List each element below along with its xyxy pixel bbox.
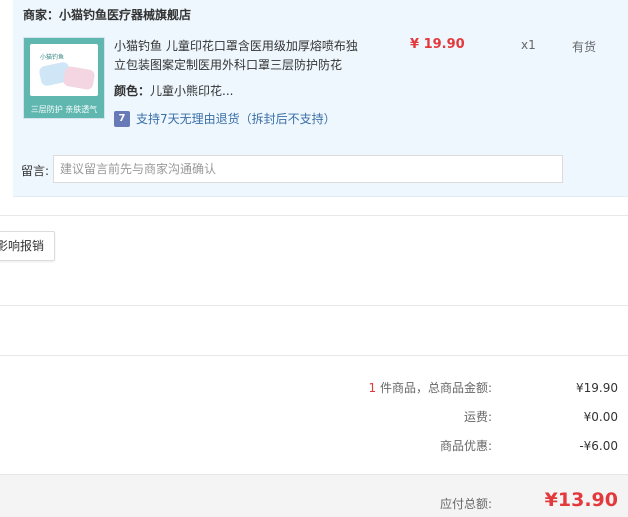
product-title[interactable]: 小猫钓鱼 儿童印花口罩含医用级加厚熔喷布独立包装图案定制医用外科口罩三层防护防花 bbox=[114, 37, 364, 75]
stock-status: 有货 bbox=[572, 40, 597, 54]
total-value: ¥13.90 bbox=[544, 489, 618, 511]
product-image-brand: 小猫钓鱼 bbox=[40, 54, 65, 61]
divider bbox=[0, 355, 628, 356]
attribute-key: 颜色： bbox=[114, 84, 151, 98]
item-count: 1 bbox=[368, 381, 377, 395]
shop-name[interactable]: 商家：小猫钓鱼医疗器械旗舰店 bbox=[23, 6, 191, 23]
total-label: 应付总额: bbox=[439, 497, 492, 511]
goods-total-value: ¥19.90 bbox=[576, 381, 618, 395]
goods-total-label: 1 件商品，总商品金额: bbox=[369, 378, 493, 398]
divider bbox=[0, 215, 628, 216]
discount-row: 商品优惠: -¥6.00 bbox=[0, 436, 628, 456]
note-label: 留言: bbox=[21, 164, 50, 178]
shipping-value: ¥0.00 bbox=[583, 410, 618, 424]
shop-label: 商家： bbox=[23, 8, 60, 22]
return-policy-text[interactable]: 支持7天无理由退货（拆封后不支持） bbox=[136, 110, 336, 127]
attribute-value: 儿童小熊印花... bbox=[150, 84, 234, 98]
product-image-banner: 三层防护 亲肤透气 bbox=[30, 105, 98, 114]
discount-label: 商品优惠: bbox=[439, 439, 492, 453]
product-quantity: x1 bbox=[521, 38, 536, 52]
product-box-graphic: 小猫钓鱼 bbox=[30, 44, 98, 96]
product-price: ¥ 19.90 bbox=[410, 37, 465, 52]
goods-total-label-text: 件商品，总商品金额: bbox=[376, 381, 492, 395]
shipping-row: 运费: ¥0.00 bbox=[0, 407, 628, 427]
order-shop-panel: 商家：小猫钓鱼医疗器械旗舰店 小猫钓鱼 三层防护 亲肤透气 小猫钓鱼 儿童印花口… bbox=[13, 0, 628, 197]
payable-total-bar: 应付总额: ¥13.90 bbox=[0, 474, 628, 517]
product-image[interactable]: 小猫钓鱼 三层防护 亲肤透气 bbox=[23, 37, 105, 119]
mask-graphic bbox=[62, 65, 96, 91]
discount-value: -¥6.00 bbox=[579, 439, 618, 453]
reimburse-button[interactable]: 影响报销 bbox=[0, 231, 55, 261]
goods-total-row: 1 件商品，总商品金额: ¥19.90 bbox=[0, 378, 628, 398]
shipping-label: 运费: bbox=[463, 410, 492, 424]
divider bbox=[0, 305, 628, 306]
return-policy[interactable]: 7 支持7天无理由退货（拆封后不支持） bbox=[114, 110, 336, 127]
note-input[interactable] bbox=[53, 155, 563, 183]
seven-day-return-icon: 7 bbox=[114, 110, 130, 127]
shop-name-text[interactable]: 小猫钓鱼医疗器械旗舰店 bbox=[59, 8, 191, 22]
product-attribute: 颜色：儿童小熊印花... bbox=[114, 82, 233, 99]
